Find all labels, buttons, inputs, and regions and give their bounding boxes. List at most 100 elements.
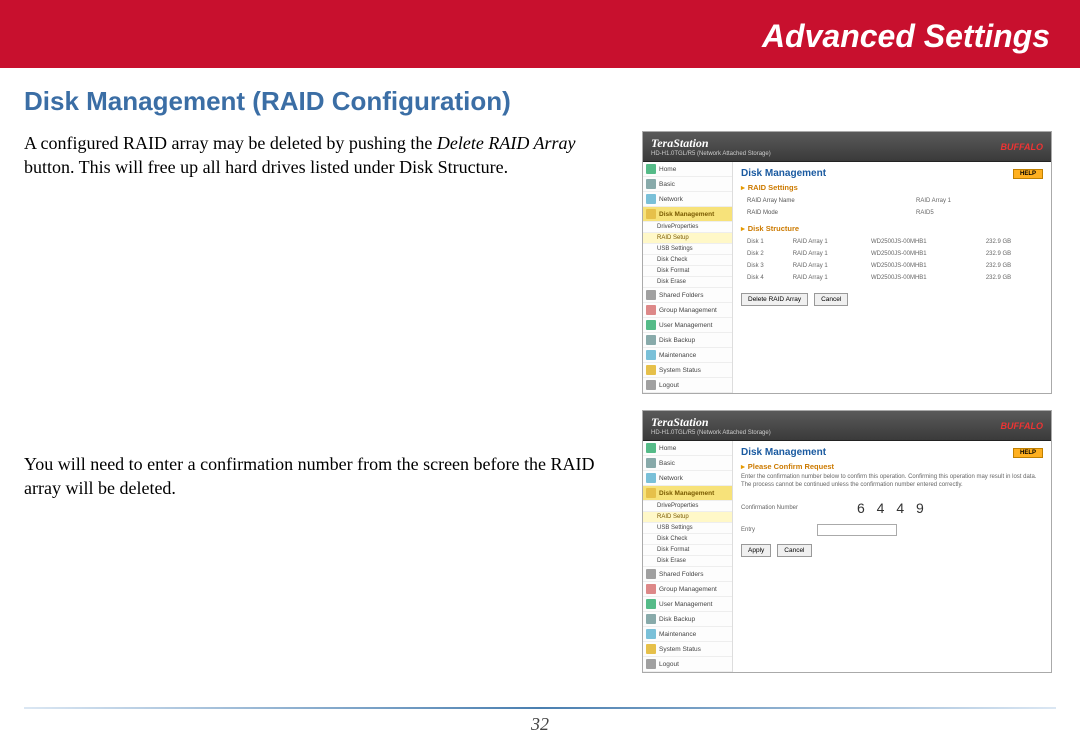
sidebar-item[interactable]: USB Settings bbox=[643, 523, 732, 534]
page-body: Disk Management (RAID Configuration) A c… bbox=[0, 86, 1080, 673]
sidebar-item-label: Basic bbox=[659, 181, 675, 188]
sidebar-item[interactable]: DriveProperties bbox=[643, 501, 732, 512]
sidebar-item-label: User Management bbox=[659, 601, 712, 608]
sidebar-item[interactable]: DriveProperties bbox=[643, 222, 732, 233]
cell: WD2500JS-00MHB1 bbox=[867, 237, 980, 247]
sidebar-item-label: Disk Check bbox=[657, 257, 687, 263]
folder-icon bbox=[646, 320, 656, 330]
sidebar-item[interactable]: System Status bbox=[643, 642, 732, 657]
footer-rule bbox=[24, 707, 1056, 709]
sidebar-item[interactable]: Basic bbox=[643, 456, 732, 471]
sidebar-item[interactable]: Logout bbox=[643, 657, 732, 672]
sidebar-item[interactable]: Disk Erase bbox=[643, 556, 732, 567]
cell: 232.9 GB bbox=[982, 261, 1041, 271]
folder-icon bbox=[646, 209, 656, 219]
sidebar-item-label: Maintenance bbox=[659, 631, 696, 638]
folder-icon bbox=[646, 164, 656, 174]
sidebar-item[interactable]: Disk Backup bbox=[643, 333, 732, 348]
sidebar-item[interactable]: Disk Check bbox=[643, 534, 732, 545]
ss1-sidebar: Home Basic Network Disk ManagementDriveProp… bbox=[643, 162, 733, 393]
sidebar-item-label: Shared Folders bbox=[659, 571, 703, 578]
sidebar-item-label: Home bbox=[659, 445, 676, 452]
sidebar-item[interactable]: USB Settings bbox=[643, 244, 732, 255]
sidebar-item[interactable]: Group Management bbox=[643, 582, 732, 597]
folder-icon bbox=[646, 305, 656, 315]
sidebar-item[interactable]: Disk Check bbox=[643, 255, 732, 266]
ss1-subbrand: HD-H1.0TGL/R5 (Network Attached Storage) bbox=[651, 151, 771, 157]
folder-icon bbox=[646, 335, 656, 345]
screenshot-confirm: TeraStation HD-H1.0TGL/R5 (Network Attac… bbox=[642, 410, 1052, 673]
sidebar-item[interactable]: Disk Management bbox=[643, 207, 732, 222]
p1-em: Delete RAID Array bbox=[437, 133, 576, 153]
cell: WD2500JS-00MHB1 bbox=[867, 273, 980, 283]
folder-icon bbox=[646, 644, 656, 654]
cell: 232.9 GB bbox=[982, 273, 1041, 283]
folder-icon bbox=[646, 350, 656, 360]
folder-icon bbox=[646, 458, 656, 468]
sidebar-item[interactable]: Shared Folders bbox=[643, 288, 732, 303]
ss2-conf-number: 6 4 4 9 bbox=[857, 500, 928, 516]
sidebar-item-label: System Status bbox=[659, 367, 701, 374]
sidebar-item[interactable]: Disk Format bbox=[643, 266, 732, 277]
sidebar-item[interactable]: Maintenance bbox=[643, 348, 732, 363]
table-row: Disk 3RAID Array 1WD2500JS-00MHB1232.9 G… bbox=[743, 261, 1041, 271]
sidebar-item-label: Home bbox=[659, 166, 676, 173]
ss1-buffalo-logo: BUFFALO bbox=[1001, 142, 1044, 152]
sidebar-item-label: RAID Setup bbox=[657, 235, 689, 241]
ss1-title-text: Disk Management bbox=[741, 168, 826, 179]
sidebar-item[interactable]: System Status bbox=[643, 363, 732, 378]
sidebar-item-label: Disk Erase bbox=[657, 279, 686, 285]
sidebar-item-label: Network bbox=[659, 196, 683, 203]
folder-icon bbox=[646, 659, 656, 669]
ss1-delete-raid-button[interactable]: Delete RAID Array bbox=[741, 293, 808, 306]
folder-icon bbox=[646, 443, 656, 453]
sidebar-item-label: Group Management bbox=[659, 307, 717, 314]
folder-icon bbox=[646, 614, 656, 624]
sidebar-item[interactable]: Disk Erase bbox=[643, 277, 732, 288]
table-row: RAID ModeRAID5 bbox=[743, 208, 1041, 218]
sidebar-item[interactable]: Shared Folders bbox=[643, 567, 732, 582]
sidebar-item-label: Maintenance bbox=[659, 352, 696, 359]
ss1-cancel-button[interactable]: Cancel bbox=[814, 293, 848, 306]
cell: RAID Array 1 bbox=[789, 273, 865, 283]
ss1-titlebar: TeraStation HD-H1.0TGL/R5 (Network Attac… bbox=[643, 132, 1051, 162]
ss2-help-button[interactable]: HELP bbox=[1013, 448, 1043, 458]
p1-pre: A configured RAID array may be deleted b… bbox=[24, 133, 437, 153]
cell: Disk 3 bbox=[743, 261, 787, 271]
sidebar-item[interactable]: Logout bbox=[643, 378, 732, 393]
folder-icon bbox=[646, 629, 656, 639]
paragraph-1: A configured RAID array may be deleted b… bbox=[24, 131, 624, 180]
header-band: Advanced Settings bbox=[0, 0, 1080, 68]
sidebar-item[interactable]: Disk Format bbox=[643, 545, 732, 556]
ss2-confirm-heading: Please Confirm Request bbox=[741, 462, 1043, 471]
sidebar-item-label: Disk Format bbox=[657, 547, 689, 553]
sidebar-item-label: DriveProperties bbox=[657, 503, 698, 509]
sidebar-item[interactable]: RAID Setup bbox=[643, 233, 732, 244]
ss2-entry-label: Entry bbox=[741, 527, 811, 533]
sidebar-item[interactable]: Group Management bbox=[643, 303, 732, 318]
cell: RAID Array 1 bbox=[789, 237, 865, 247]
folder-icon bbox=[646, 569, 656, 579]
sidebar-item[interactable]: Maintenance bbox=[643, 627, 732, 642]
paragraph-2: You will need to enter a confirmation nu… bbox=[24, 452, 624, 501]
sidebar-item[interactable]: Home bbox=[643, 162, 732, 177]
folder-icon bbox=[646, 380, 656, 390]
sidebar-item[interactable]: User Management bbox=[643, 318, 732, 333]
sidebar-item[interactable]: Network bbox=[643, 192, 732, 207]
ss2-cancel-button[interactable]: Cancel bbox=[777, 544, 811, 557]
sidebar-item[interactable]: User Management bbox=[643, 597, 732, 612]
sidebar-item[interactable]: Basic bbox=[643, 177, 732, 192]
header-title: Advanced Settings bbox=[762, 18, 1050, 55]
ss2-entry-input[interactable] bbox=[817, 524, 897, 536]
sidebar-item[interactable]: RAID Setup bbox=[643, 512, 732, 523]
table-row: Disk 2RAID Array 1WD2500JS-00MHB1232.9 G… bbox=[743, 249, 1041, 259]
sidebar-item[interactable]: Disk Backup bbox=[643, 612, 732, 627]
ss1-help-button[interactable]: HELP bbox=[1013, 169, 1043, 179]
ss1-raid-settings-table: RAID Array NameRAID Array 1RAID ModeRAID… bbox=[741, 194, 1043, 220]
sidebar-item[interactable]: Home bbox=[643, 441, 732, 456]
sidebar-item[interactable]: Network bbox=[643, 471, 732, 486]
ss2-apply-button[interactable]: Apply bbox=[741, 544, 771, 557]
sidebar-item[interactable]: Disk Management bbox=[643, 486, 732, 501]
cell-value: RAID5 bbox=[912, 208, 1041, 218]
cell: 232.9 GB bbox=[982, 237, 1041, 247]
